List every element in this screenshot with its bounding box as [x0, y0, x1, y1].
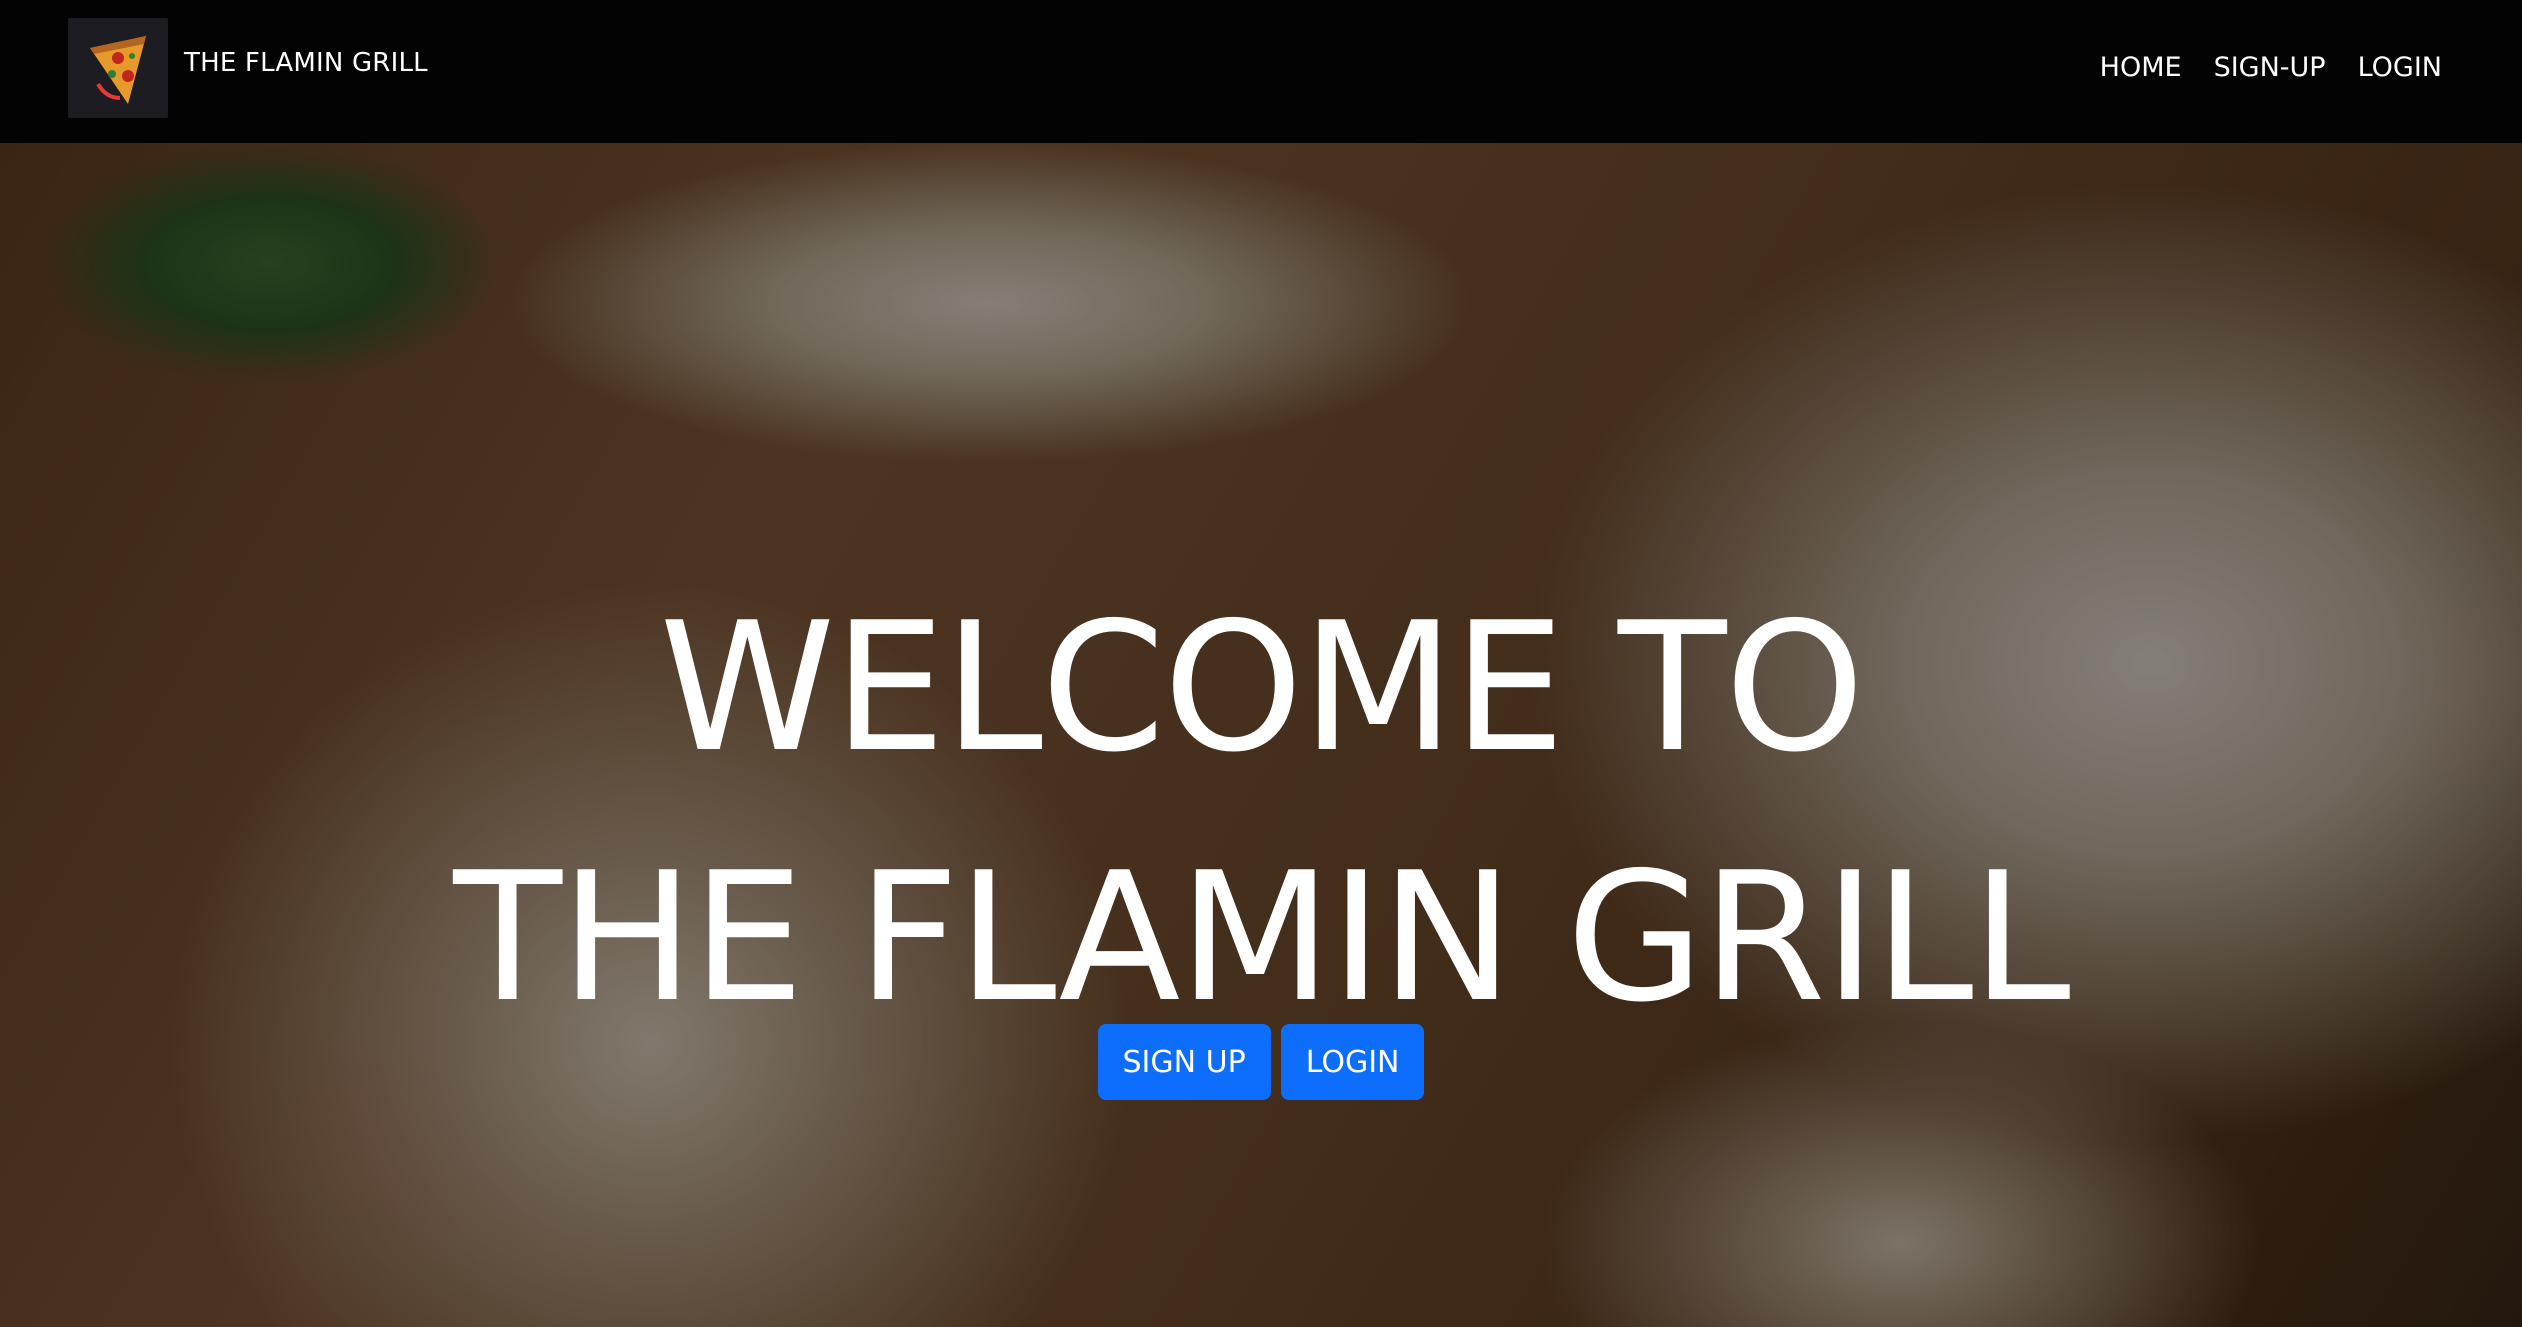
nav-link-sign-up[interactable]: SIGN-UP: [2214, 52, 2326, 83]
hero-content: WELCOME TO THE FLAMIN GRILL: [0, 563, 2522, 1063]
nav-link-login[interactable]: LOGIN: [2358, 52, 2442, 83]
navbar: THE FLAMIN GRILL HOME SIGN-UP LOGIN: [0, 0, 2522, 143]
brand-name[interactable]: THE FLAMIN GRILL: [184, 48, 428, 78]
hero-buttons: SIGN UP LOGIN: [0, 1024, 2522, 1100]
hero-title: WELCOME TO THE FLAMIN GRILL: [0, 563, 2522, 1063]
nav-links: HOME SIGN-UP LOGIN: [2100, 52, 2442, 83]
nav-link-home[interactable]: HOME: [2100, 52, 2182, 83]
hero-login-button[interactable]: LOGIN: [1280, 1024, 1425, 1100]
pizza-slice-logo-icon[interactable]: [68, 18, 168, 118]
hero-sign-up-button[interactable]: SIGN UP: [1097, 1024, 1271, 1100]
hero-section: WELCOME TO THE FLAMIN GRILL SIGN UP LOGI…: [0, 143, 2522, 1327]
hero-title-line-1: WELCOME TO: [659, 584, 1865, 791]
